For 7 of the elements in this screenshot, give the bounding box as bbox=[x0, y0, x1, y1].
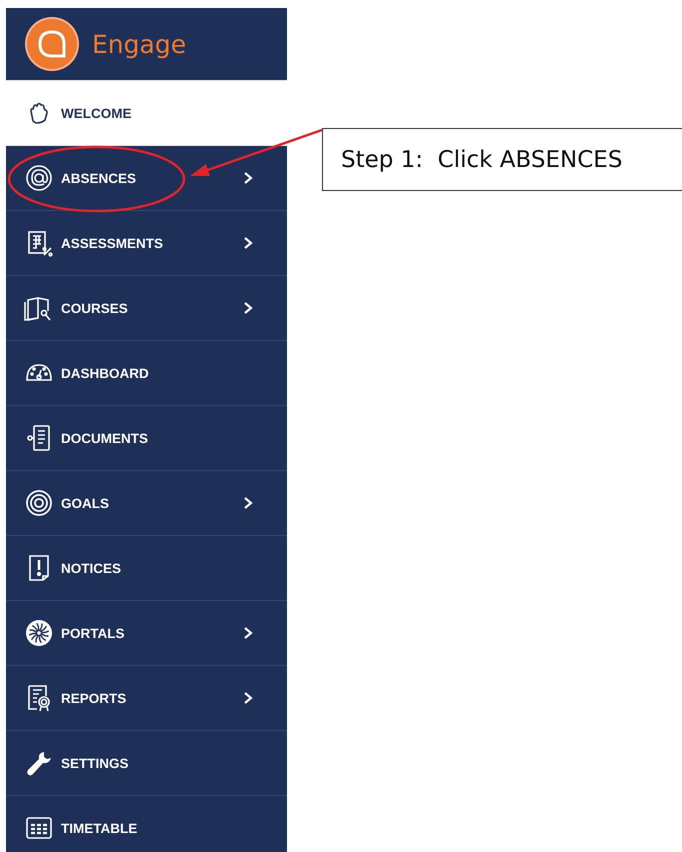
callout-text: Step 1: Click ABSENCES bbox=[341, 146, 622, 172]
at-sign-icon bbox=[24, 163, 54, 193]
logo-text: Engage bbox=[92, 30, 186, 58]
sidebar-item[interactable]: WELCOME bbox=[6, 81, 287, 146]
logo-icon bbox=[24, 16, 80, 72]
aperture-icon bbox=[24, 618, 54, 648]
target-icon bbox=[24, 488, 54, 518]
